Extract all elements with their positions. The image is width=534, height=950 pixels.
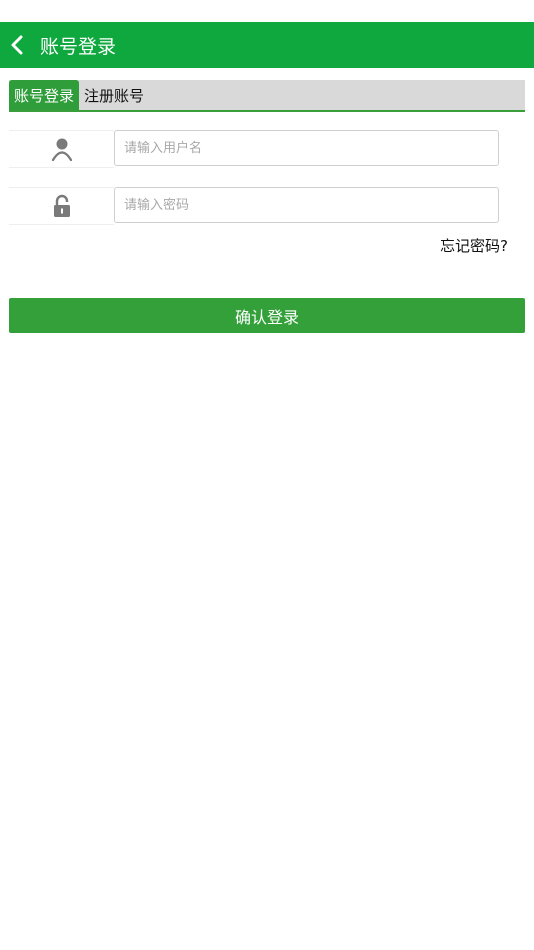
username-row	[9, 130, 499, 168]
forgot-password-link[interactable]: 忘记密码?	[440, 235, 508, 256]
status-bar	[0, 0, 534, 22]
password-icon-box	[9, 187, 114, 225]
login-tabs: 账号登录 注册账号	[9, 80, 525, 112]
chevron-left-icon	[11, 35, 23, 55]
tab-account-login[interactable]: 账号登录	[9, 80, 80, 110]
password-input[interactable]	[114, 187, 499, 223]
password-row	[9, 187, 499, 225]
tab-register-label: 注册账号	[84, 86, 145, 105]
tab-register[interactable]: 注册账号	[79, 80, 149, 110]
tab-account-login-label: 账号登录	[14, 86, 75, 105]
username-input[interactable]	[114, 130, 499, 166]
user-icon	[51, 138, 72, 161]
lock-icon	[53, 194, 70, 217]
login-submit-button[interactable]: 确认登录	[9, 298, 525, 333]
page-title: 账号登录	[40, 35, 117, 58]
app-header: 账号登录	[0, 22, 534, 68]
back-button[interactable]	[2, 22, 32, 68]
username-icon-box	[9, 130, 114, 168]
